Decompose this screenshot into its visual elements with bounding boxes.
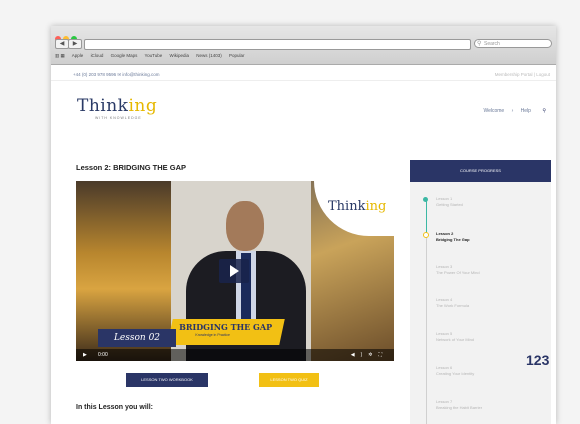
lesson-number-banner: Lesson 02 [98, 329, 176, 347]
workbook-button[interactable]: LESSON TWO WORKBOOK [126, 373, 208, 387]
settings-icon[interactable]: ✲ [368, 352, 378, 358]
browser-window: ◀ ▶ ⚲ Search ▥ ▦ Apple iCloud Google Map… [51, 26, 556, 424]
lesson-subtitle: Getting Started [436, 202, 463, 207]
play-icon [230, 265, 239, 277]
lesson-subtitle: Bridging The Gap [436, 237, 470, 242]
search-icon: ⚲ [477, 41, 482, 47]
browser-search-field[interactable]: ⚲ Search [474, 39, 552, 48]
video-controls: ▶ 0:00 ◀)✲⛶ [76, 349, 394, 361]
video-logo-accent: ing [365, 199, 387, 214]
forward-button[interactable]: ▶ [68, 39, 82, 49]
play-control-icon[interactable]: ▶ [83, 349, 87, 361]
page-title: Lesson 2: BRIDGING THE GAP [76, 163, 187, 172]
nav-welcome[interactable]: Welcome [483, 108, 504, 114]
browser-chrome: ◀ ▶ ⚲ Search ▥ ▦ Apple iCloud Google Map… [51, 26, 556, 65]
header-nav: Welcome › Help ⚲ [477, 108, 546, 114]
lesson-subtitle: The Power Of Your Mind [436, 270, 480, 275]
quiz-button[interactable]: LESSON TWO QUIZ [259, 373, 319, 387]
bookmark-item[interactable]: Wikipedia [169, 53, 189, 58]
page-number: 123 [526, 352, 550, 368]
logo-accent: ing [128, 96, 158, 116]
contact-info[interactable]: +44 (0) 203 978 9596 ✉ info@thinking.com [73, 72, 160, 78]
presenter-head [226, 201, 264, 251]
bookmark-item[interactable]: iCloud [91, 53, 104, 58]
site-logo[interactable]: Thinking WITH KNOWLEDGE [77, 96, 157, 120]
lesson-subtitle: Creating Your Identity [436, 371, 475, 376]
nav-separator: › [511, 108, 514, 114]
course-progress-header: COURSE PROGRESS [410, 160, 551, 182]
video-time: 0:00 [98, 352, 108, 358]
bookmark-item[interactable]: Apple [72, 53, 84, 58]
sidebar-item-lesson-1[interactable]: Lesson 1 Getting Started [436, 196, 463, 208]
logo-text: Think [77, 96, 129, 116]
volume-icon[interactable]: ◀) [351, 352, 369, 358]
sidebar-item-lesson-6[interactable]: Lesson 6 Creating Your Identity [436, 365, 474, 377]
sidebar-item-lesson-7[interactable]: Lesson 7 Breaking the Habit Barrier [436, 399, 482, 411]
bookmarks-bar: ▥ ▦ Apple iCloud Google Maps YouTube Wik… [55, 53, 251, 59]
sidebar-item-lesson-3[interactable]: Lesson 3 The Power Of Your Mind [436, 264, 480, 276]
play-button[interactable] [219, 259, 249, 283]
bookmark-item[interactable]: Google Maps [111, 53, 138, 58]
address-bar[interactable] [84, 39, 471, 50]
sidebar-item-lesson-4[interactable]: Lesson 4 The Work Formula [436, 297, 469, 309]
progress-track-complete [426, 198, 427, 234]
progress-node-complete [423, 197, 428, 202]
fullscreen-icon[interactable]: ⛶ [378, 352, 388, 358]
logo-tagline: WITH KNOWLEDGE [95, 116, 142, 120]
lesson-subtitle: Breaking the Habit Barrier [436, 405, 483, 410]
back-button[interactable]: ◀ [55, 39, 69, 49]
site-topbar: +44 (0) 203 978 9596 ✉ info@thinking.com… [51, 70, 556, 81]
bookmarks-icon[interactable]: ▥ ▦ [55, 53, 65, 58]
sidebar-item-lesson-5[interactable]: Lesson 5 Network of Your Mind [436, 331, 474, 343]
lesson-objectives-heading: In this Lesson you will: [76, 404, 154, 411]
banner-subtitle: Knowledge in Practice [195, 333, 231, 337]
lesson-title-banner: BRIDGING THE GAP Knowledge in Practice [167, 319, 285, 345]
sidebar-item-lesson-2[interactable]: Lesson 2 Bridging The Gap [436, 231, 470, 243]
video-right-controls: ◀)✲⛶ [351, 349, 388, 361]
search-icon[interactable]: ⚲ [542, 108, 546, 114]
bookmark-item[interactable]: Popular [229, 53, 245, 58]
account-links[interactable]: Membership Portal | Logout [495, 72, 550, 77]
lesson-subtitle: The Work Formula [436, 303, 470, 308]
course-progress-sidebar: COURSE PROGRESS Lesson 1 Getting Started … [410, 160, 551, 424]
bookmark-item[interactable]: YouTube [145, 53, 163, 58]
browser-search-placeholder: Search [484, 41, 500, 47]
lesson-subtitle: Network of Your Mind [436, 337, 475, 342]
bookmark-item[interactable]: News (1403) [196, 53, 222, 58]
nav-help[interactable]: Help [521, 108, 531, 114]
video-logo-text: Think [328, 199, 366, 214]
banner-title: BRIDGING THE GAP [179, 322, 273, 332]
video-player[interactable]: Thinking BRIDGING THE GAP Knowledge in P… [76, 181, 394, 361]
progress-node-current [423, 232, 429, 238]
